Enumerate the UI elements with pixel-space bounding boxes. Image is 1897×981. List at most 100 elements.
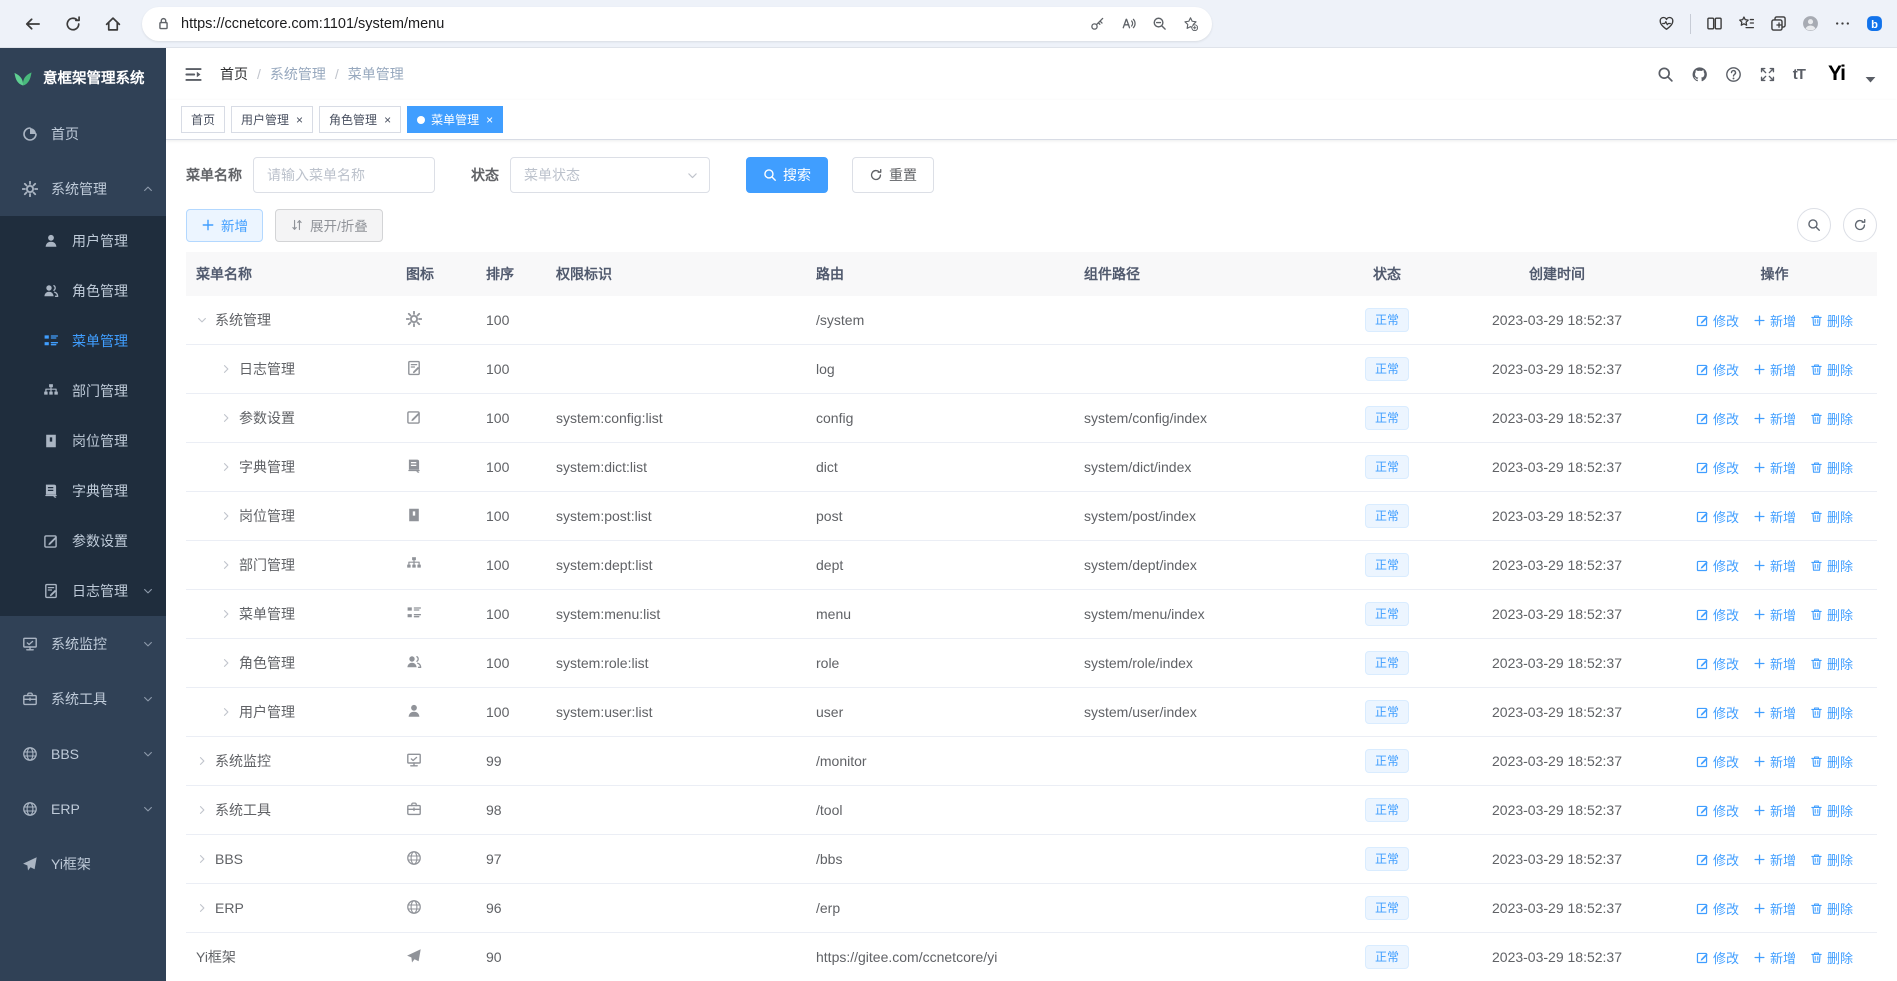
- edit-action[interactable]: 修改: [1696, 360, 1739, 379]
- add-action[interactable]: 新增: [1753, 605, 1796, 624]
- help-icon[interactable]: [1725, 66, 1742, 83]
- sidebar-item-字典管理[interactable]: 字典管理: [0, 466, 166, 516]
- sidebar-item-BBS[interactable]: BBS: [0, 726, 166, 781]
- bing-chat-icon[interactable]: b: [1866, 15, 1883, 32]
- expand-children-icon[interactable]: [220, 363, 232, 375]
- edit-action[interactable]: 修改: [1696, 752, 1739, 771]
- expand-children-icon[interactable]: [220, 657, 232, 669]
- tab-角色管理[interactable]: 角色管理 ×: [319, 106, 402, 133]
- search-icon[interactable]: [1657, 66, 1674, 83]
- delete-action[interactable]: 删除: [1810, 703, 1853, 722]
- expand-collapse-button[interactable]: 展开/折叠: [275, 208, 383, 242]
- breadcrumb-home[interactable]: 首页: [220, 64, 248, 84]
- profile-avatar[interactable]: [1802, 15, 1819, 32]
- edit-action[interactable]: 修改: [1696, 948, 1739, 967]
- edit-action[interactable]: 修改: [1696, 801, 1739, 820]
- delete-action[interactable]: 删除: [1810, 752, 1853, 771]
- add-action[interactable]: 新增: [1753, 948, 1796, 967]
- sidebar-item-部门管理[interactable]: 部门管理: [0, 366, 166, 416]
- split-screen-icon[interactable]: [1706, 15, 1723, 32]
- add-action[interactable]: 新增: [1753, 899, 1796, 918]
- browser-essentials-icon[interactable]: [1658, 15, 1675, 32]
- delete-action[interactable]: 删除: [1810, 556, 1853, 575]
- delete-action[interactable]: 删除: [1810, 409, 1853, 428]
- sidebar-item-ERP[interactable]: ERP: [0, 781, 166, 836]
- edit-action[interactable]: 修改: [1696, 899, 1739, 918]
- sidebar-item-系统工具[interactable]: 系统工具: [0, 671, 166, 726]
- sidebar-item-Yi框架[interactable]: Yi框架: [0, 836, 166, 891]
- delete-action[interactable]: 删除: [1810, 801, 1853, 820]
- github-icon[interactable]: [1691, 66, 1708, 83]
- zoom-out-icon[interactable]: [1152, 16, 1167, 31]
- close-tab-icon[interactable]: ×: [384, 113, 391, 127]
- delete-action[interactable]: 删除: [1810, 605, 1853, 624]
- reset-button[interactable]: 重置: [852, 157, 934, 193]
- delete-action[interactable]: 删除: [1810, 507, 1853, 526]
- more-menu-icon[interactable]: [1834, 15, 1851, 32]
- expand-children-icon[interactable]: [196, 755, 208, 767]
- menu-name-input[interactable]: [253, 157, 435, 193]
- expand-children-icon[interactable]: [220, 706, 232, 718]
- status-select[interactable]: 菜单状态: [510, 157, 710, 193]
- add-action[interactable]: 新增: [1753, 311, 1796, 330]
- tab-菜单管理[interactable]: 菜单管理 ×: [407, 106, 504, 133]
- delete-action[interactable]: 删除: [1810, 458, 1853, 477]
- add-action[interactable]: 新增: [1753, 458, 1796, 477]
- expand-children-icon[interactable]: [196, 902, 208, 914]
- edit-action[interactable]: 修改: [1696, 409, 1739, 428]
- search-button[interactable]: 搜索: [746, 157, 828, 193]
- address-bar[interactable]: https://ccnetcore.com:1101/system/menu: [142, 6, 1212, 41]
- delete-action[interactable]: 删除: [1810, 948, 1853, 967]
- expand-children-icon[interactable]: [220, 608, 232, 620]
- sidebar-item-系统管理[interactable]: 系统管理: [0, 161, 166, 216]
- delete-action[interactable]: 删除: [1810, 850, 1853, 869]
- edit-action[interactable]: 修改: [1696, 703, 1739, 722]
- expand-children-icon[interactable]: [220, 559, 232, 571]
- add-action[interactable]: 新增: [1753, 409, 1796, 428]
- collapse-children-icon[interactable]: [196, 314, 208, 326]
- add-favorite-icon[interactable]: [1183, 16, 1198, 31]
- add-action[interactable]: 新增: [1753, 654, 1796, 673]
- add-action[interactable]: 新增: [1753, 360, 1796, 379]
- edit-action[interactable]: 修改: [1696, 311, 1739, 330]
- refresh-table-button[interactable]: [1843, 208, 1877, 242]
- expand-children-icon[interactable]: [220, 510, 232, 522]
- add-action[interactable]: 新增: [1753, 556, 1796, 575]
- add-action[interactable]: 新增: [1753, 850, 1796, 869]
- collapse-sidebar-icon[interactable]: [184, 65, 203, 84]
- edit-action[interactable]: 修改: [1696, 850, 1739, 869]
- tab-用户管理[interactable]: 用户管理 ×: [231, 106, 314, 133]
- yi-account-logo[interactable]: Yi: [1828, 62, 1846, 86]
- delete-action[interactable]: 删除: [1810, 311, 1853, 330]
- toggle-search-button[interactable]: [1797, 208, 1831, 242]
- sidebar-item-用户管理[interactable]: 用户管理: [0, 216, 166, 266]
- url-text[interactable]: https://ccnetcore.com:1101/system/menu: [181, 16, 1080, 32]
- edit-action[interactable]: 修改: [1696, 458, 1739, 477]
- delete-action[interactable]: 删除: [1810, 654, 1853, 673]
- edit-action[interactable]: 修改: [1696, 654, 1739, 673]
- collections-icon[interactable]: [1770, 15, 1787, 32]
- delete-action[interactable]: 删除: [1810, 899, 1853, 918]
- add-action[interactable]: 新增: [1753, 801, 1796, 820]
- font-size-icon[interactable]: tT: [1793, 66, 1806, 83]
- sidebar-item-菜单管理[interactable]: 菜单管理: [0, 316, 166, 366]
- refresh-icon[interactable]: [56, 7, 90, 41]
- sidebar-item-系统监控[interactable]: 系统监控: [0, 616, 166, 671]
- sidebar-item-首页[interactable]: 首页: [0, 106, 166, 161]
- sidebar-item-日志管理[interactable]: 日志管理: [0, 566, 166, 616]
- tab-首页[interactable]: 首页: [181, 106, 226, 133]
- add-action[interactable]: 新增: [1753, 507, 1796, 526]
- edit-action[interactable]: 修改: [1696, 605, 1739, 624]
- expand-children-icon[interactable]: [196, 804, 208, 816]
- close-tab-icon[interactable]: ×: [486, 113, 493, 127]
- fullscreen-icon[interactable]: [1759, 66, 1776, 83]
- home-icon[interactable]: [96, 7, 130, 41]
- back-icon[interactable]: [16, 7, 50, 41]
- expand-children-icon[interactable]: [196, 853, 208, 865]
- sidebar-item-角色管理[interactable]: 角色管理: [0, 266, 166, 316]
- delete-action[interactable]: 删除: [1810, 360, 1853, 379]
- edit-action[interactable]: 修改: [1696, 556, 1739, 575]
- caret-down-icon[interactable]: [1862, 71, 1879, 88]
- edit-action[interactable]: 修改: [1696, 507, 1739, 526]
- expand-children-icon[interactable]: [220, 412, 232, 424]
